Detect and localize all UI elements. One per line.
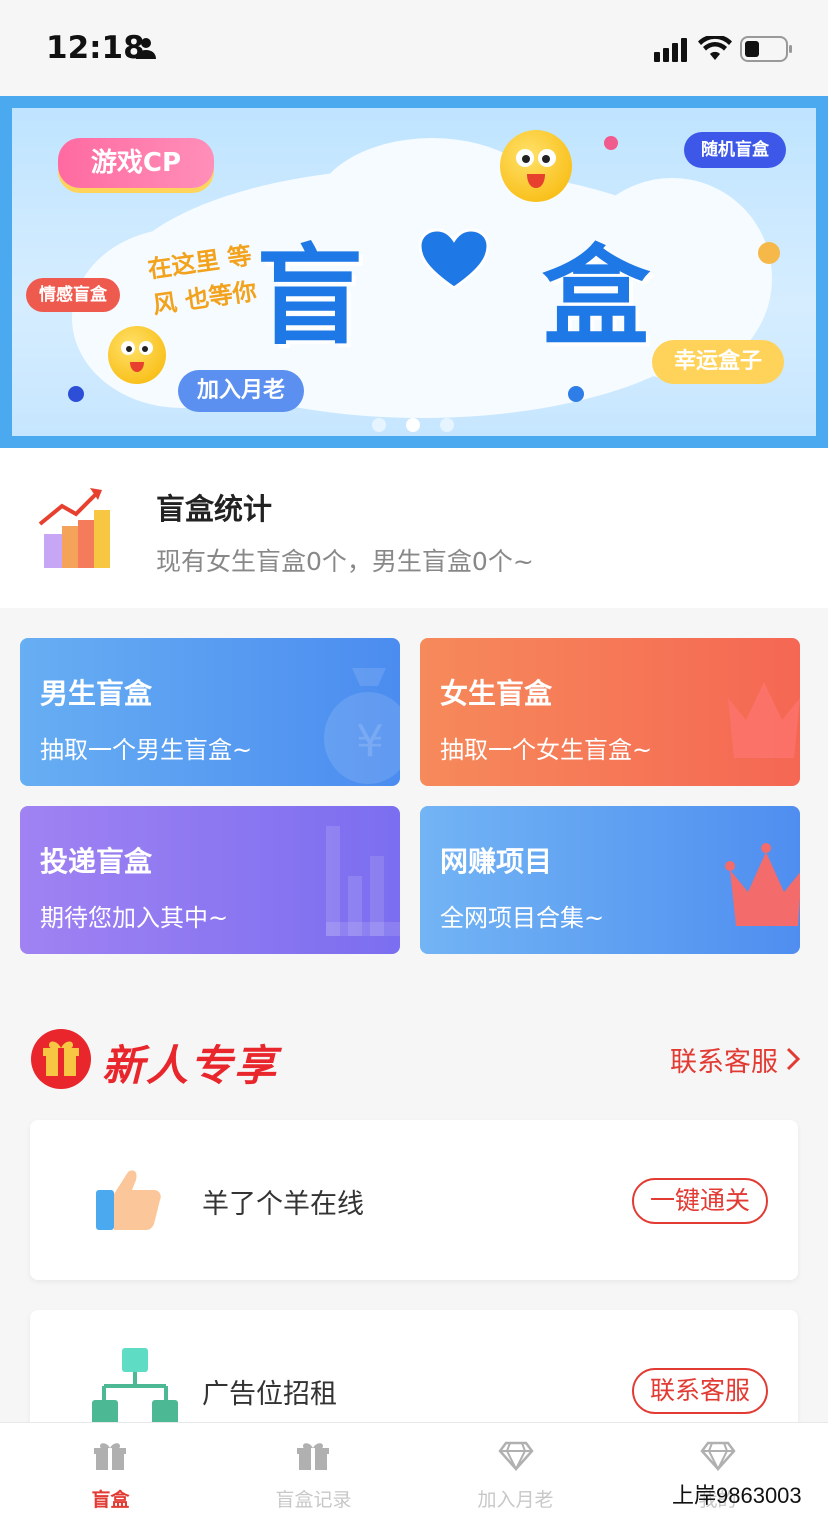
card-title: 网赚项目 <box>440 845 553 878</box>
item-label: 羊了个羊在线 <box>202 1189 364 1220</box>
decor-dot <box>604 136 618 150</box>
bar-chart-icon <box>36 484 116 576</box>
person-icon <box>134 36 158 64</box>
money-bag-icon: ¥ <box>322 658 400 786</box>
item-label: 广告位招租 <box>202 1379 337 1410</box>
contact-service-button[interactable]: 联系客服 <box>631 1368 768 1414</box>
diamond-icon <box>498 1441 534 1475</box>
carousel-dot[interactable] <box>440 418 454 432</box>
crown-icon <box>722 658 800 772</box>
contact-service-link[interactable]: 联系客服 <box>670 1040 801 1079</box>
tab-label: 加入月老 <box>477 1489 554 1511</box>
crown-icon <box>722 826 800 940</box>
thumbs-up-icon <box>92 1164 162 1238</box>
chevron-right-icon[interactable] <box>786 1047 801 1078</box>
contact-service-label[interactable]: 联系客服 <box>670 1047 778 1078</box>
tab-blind-box-records[interactable]: 盲盒记录 <box>210 1423 417 1525</box>
stats-title: 盲盒统计 <box>156 492 273 526</box>
card-subtitle: 全网项目合集~ <box>440 904 605 932</box>
card-subtitle: 抽取一个女生盲盒~ <box>440 736 653 764</box>
tag-join-matchmaker: 加入月老 <box>178 370 304 412</box>
tag-emotion-box: 情感盲盒 <box>26 278 120 312</box>
diamond-icon <box>700 1441 736 1475</box>
new-user-section-header: 新人专享 联系客服 <box>30 1026 801 1090</box>
banner-title-left: 盲 <box>256 235 365 360</box>
tab-label: 盲盒 <box>91 1489 130 1511</box>
signal-icon <box>654 38 690 66</box>
carousel-dot-active[interactable] <box>406 418 420 432</box>
card-subtitle: 抽取一个男生盲盒~ <box>40 736 253 764</box>
list-item[interactable]: 羊了个羊在线 一键通关 <box>30 1120 798 1280</box>
org-chart-icon <box>92 1348 178 1432</box>
card-title: 女生盲盒 <box>440 677 553 710</box>
banner-title-right: 盒 <box>542 235 651 360</box>
section-title: 新人专享 <box>102 1041 279 1090</box>
banner-image[interactable]: 游戏CP 情感盲盒 随机盲盒 幸运盒子 加入月老 在这里 等风 也等你 盲 盒 <box>12 108 816 436</box>
gift-icon <box>296 1441 330 1475</box>
box-stats-panel: 盲盒统计 现有女生盲盒0个，男生盲盒0个~ <box>0 448 828 608</box>
battery-icon <box>740 36 794 66</box>
decor-dot <box>568 386 584 402</box>
banner-slogan: 在这里 等风 也等你 <box>146 241 259 320</box>
heart-icon <box>418 228 490 296</box>
male-box-card[interactable]: 男生盲盒 抽取一个男生盲盒~ ¥ <box>20 638 400 786</box>
tag-random-box: 随机盲盒 <box>684 132 786 168</box>
decor-dot <box>758 242 780 264</box>
gift-icon <box>30 1028 92 1094</box>
wifi-icon <box>698 34 732 66</box>
earn-project-card[interactable]: 网赚项目 全网项目合集~ <box>420 806 800 954</box>
card-title: 男生盲盒 <box>40 677 153 710</box>
watermark-text: 上岸9863003 <box>672 1483 802 1508</box>
tag-game-cp: 游戏CP <box>58 138 214 188</box>
carousel-indicators[interactable] <box>372 418 462 432</box>
carousel-dot[interactable] <box>372 418 386 432</box>
tag-lucky-box: 幸运盒子 <box>652 340 784 384</box>
chart-icon <box>322 826 400 950</box>
status-bar: 12:18 <box>0 0 828 96</box>
stats-subtitle: 现有女生盲盒0个，男生盲盒0个~ <box>156 547 534 576</box>
status-time: 12:18 <box>46 30 145 66</box>
smiley-emoji-icon <box>500 130 572 202</box>
submit-box-card[interactable]: 投递盲盒 期待您加入其中~ <box>20 806 400 954</box>
card-subtitle: 期待您加入其中~ <box>40 904 229 932</box>
decor-dot <box>68 386 84 402</box>
gift-icon <box>93 1441 127 1475</box>
smiley-emoji-icon <box>108 326 166 384</box>
female-box-card[interactable]: 女生盲盒 抽取一个女生盲盒~ <box>420 638 800 786</box>
tab-blind-box[interactable]: 盲盒 <box>7 1423 214 1525</box>
svg-text:¥: ¥ <box>356 716 384 767</box>
one-click-clear-button[interactable]: 一键通关 <box>631 1178 768 1224</box>
banner-carousel[interactable]: 游戏CP 情感盲盒 随机盲盒 幸运盒子 加入月老 在这里 等风 也等你 盲 盒 <box>0 96 828 448</box>
tab-label: 盲盒记录 <box>275 1489 352 1511</box>
card-title: 投递盲盒 <box>40 845 153 878</box>
tab-join-matchmaker[interactable]: 加入月老 <box>412 1423 619 1525</box>
